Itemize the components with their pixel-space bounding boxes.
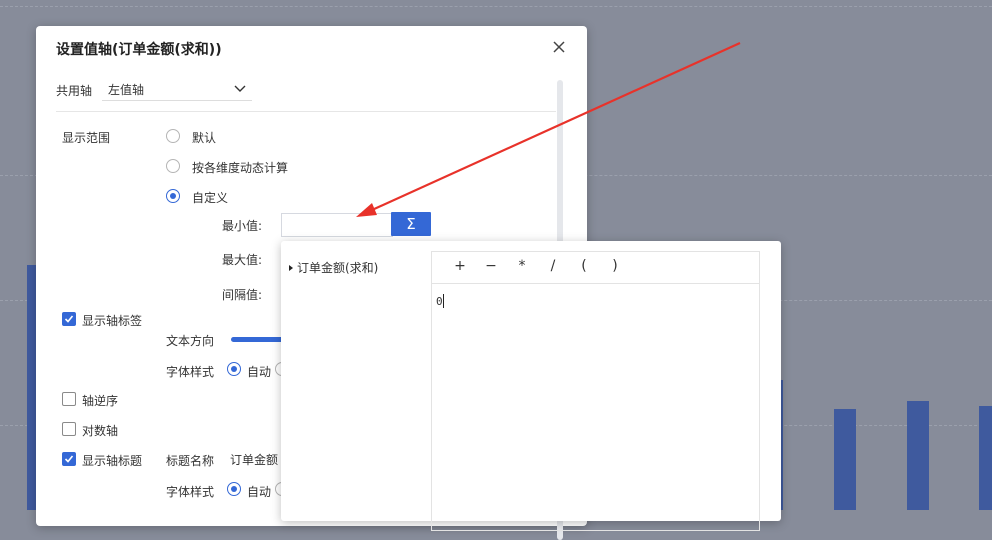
radio-default-label: 默认 — [192, 131, 217, 145]
shared-axis-select[interactable]: 左值轴 — [102, 78, 252, 101]
display-range-label: 显示范围 — [62, 131, 111, 145]
radio-custom-label: 自定义 — [192, 191, 229, 205]
chart-bar — [907, 401, 929, 510]
divide-operator[interactable]: / — [545, 258, 561, 274]
radio-dynamic-label: 按各维度动态计算 — [192, 161, 289, 175]
font-style-label-2: 字体样式 — [166, 485, 215, 499]
font-style-auto-radio[interactable] — [227, 362, 241, 376]
caret-right-icon — [289, 265, 293, 271]
min-value-input[interactable] — [281, 213, 393, 237]
check-icon — [64, 455, 74, 463]
radio-default[interactable] — [166, 129, 180, 143]
min-value-label: 最小值: — [222, 219, 263, 233]
close-icon[interactable] — [551, 39, 567, 55]
field-item-label: 订单金额(求和) — [297, 261, 379, 275]
radio-dynamic[interactable] — [166, 159, 180, 173]
font-style-auto-radio-2[interactable] — [227, 482, 241, 496]
text-caret — [442, 294, 444, 308]
formula-editor-popup: 订单金额(求和) + − * / ( ) 0 — [281, 241, 781, 531]
axis-reverse-label: 轴逆序 — [82, 394, 119, 408]
chart-bar — [834, 409, 856, 510]
chevron-down-icon — [234, 85, 246, 92]
font-style-auto-label-2: 自动 — [247, 485, 272, 499]
formula-value: 0 — [436, 295, 443, 308]
max-value-label: 最大值: — [222, 253, 263, 267]
multiply-operator[interactable]: * — [514, 258, 530, 274]
open-paren-operator[interactable]: ( — [576, 258, 592, 274]
formula-editor[interactable]: + − * / ( ) 0 — [432, 251, 760, 531]
show-axis-title-label: 显示轴标题 — [82, 454, 143, 468]
field-list: 订单金额(求和) — [281, 251, 432, 531]
interval-value-label: 间隔值: — [222, 288, 263, 302]
font-style-label: 字体样式 — [166, 365, 215, 379]
close-paren-operator[interactable]: ) — [607, 258, 623, 274]
dialog-title: 设置值轴(订单金额(求和)) — [56, 42, 222, 58]
log-axis-checkbox[interactable] — [62, 422, 76, 436]
grid-line — [0, 6, 992, 7]
plus-operator[interactable]: + — [452, 258, 468, 274]
font-style-auto-label: 自动 — [247, 365, 272, 379]
chart-bar — [27, 265, 36, 510]
show-axis-label-text: 显示轴标签 — [82, 314, 143, 328]
title-name-label: 标题名称 — [166, 454, 215, 468]
shared-axis-label: 共用轴 — [56, 84, 93, 98]
show-axis-title-checkbox[interactable] — [62, 452, 76, 466]
formula-button[interactable]: Σ — [391, 212, 431, 236]
shared-axis-value: 左值轴 — [108, 83, 145, 97]
show-axis-label-checkbox[interactable] — [62, 312, 76, 326]
axis-reverse-checkbox[interactable] — [62, 392, 76, 406]
chart-bar — [979, 406, 992, 510]
radio-custom[interactable] — [166, 189, 180, 203]
log-axis-label: 对数轴 — [82, 424, 119, 438]
minus-operator[interactable]: − — [483, 258, 499, 274]
text-direction-label: 文本方向 — [166, 334, 215, 348]
formula-input[interactable]: 0 — [436, 294, 444, 308]
check-icon — [64, 315, 74, 323]
title-name-value: 订单金额 — [230, 453, 279, 467]
dialog-header: 设置值轴(订单金额(求和)) — [36, 26, 587, 68]
divider — [56, 111, 556, 112]
field-item[interactable]: 订单金额(求和) — [289, 259, 378, 276]
operator-toolbar: + − * / ( ) — [432, 252, 759, 284]
